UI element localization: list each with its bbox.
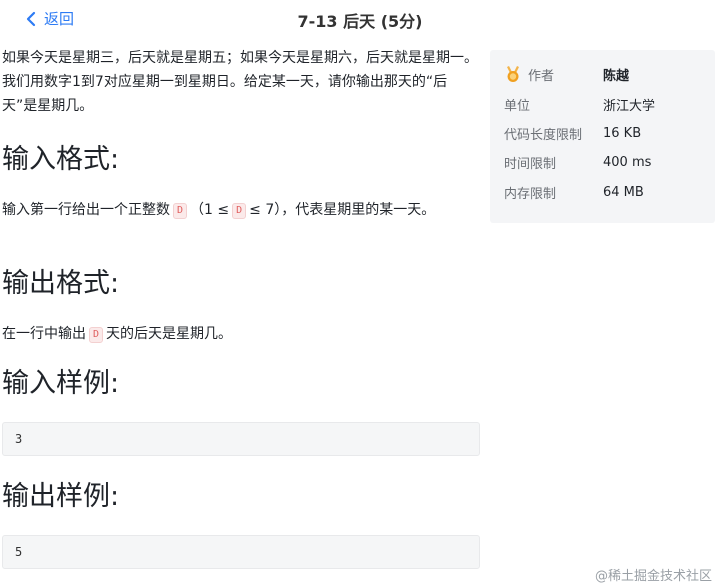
time-limit-value: 400 ms <box>603 154 652 170</box>
memory-limit-label: 内存限制 <box>504 186 557 202</box>
top-bar: 返回 7-13 后天 (5分) <box>0 0 720 38</box>
code-limit-label: 代码长度限制 <box>504 127 583 143</box>
sample-output-heading: 输出样例: <box>2 481 120 512</box>
problem-content: 如果今天是星期三，后天就是星期五；如果今天是星期六，后天就是星期一。我们用数字1… <box>2 46 480 118</box>
watermark: @稀土掘金技术社区 <box>594 569 712 584</box>
variable-d: D <box>232 203 247 219</box>
info-row-memory-limit: 内存限制 64 MB <box>504 181 644 203</box>
sample-input-box[interactable]: 3 <box>2 422 480 456</box>
time-limit-label: 时间限制 <box>504 156 557 172</box>
input-format-text: 输入第一行给出一个正整数 D （1 ≤ D ≤ 7），代表星期里的某一天。 <box>2 202 436 219</box>
output-format-text: 在一行中输出 D 天的后天是星期几。 <box>2 326 233 343</box>
sample-output-box[interactable]: 5 <box>2 535 480 569</box>
author-value[interactable]: 陈越 <box>603 65 629 84</box>
problem-description: 如果今天是星期三，后天就是星期五；如果今天是星期六，后天就是星期一。我们用数字1… <box>2 50 478 114</box>
info-row-time-limit: 时间限制 400 ms <box>504 151 651 173</box>
input-format-heading: 输入格式: <box>2 144 120 175</box>
info-row-author: 作者 陈越 <box>504 63 629 85</box>
problem-info-panel: 作者 陈越 单位 浙江大学 代码长度限制 16 KB 时间限制 400 ms 内… <box>490 50 715 223</box>
info-row-code-limit: 代码长度限制 16 KB <box>504 122 641 144</box>
variable-d: D <box>173 203 188 219</box>
unit-label: 单位 <box>504 98 531 114</box>
code-limit-value: 16 KB <box>603 125 642 141</box>
info-row-unit: 单位 浙江大学 <box>504 93 655 115</box>
medal-icon <box>507 66 519 82</box>
memory-limit-value: 64 MB <box>603 184 644 200</box>
output-format-heading: 输出格式: <box>2 268 120 299</box>
variable-d: D <box>89 327 104 343</box>
page-title: 7-13 后天 (5分) <box>297 12 423 31</box>
author-label: 作者 <box>528 68 555 84</box>
sample-input-heading: 输入样例: <box>2 368 120 399</box>
unit-value: 浙江大学 <box>603 98 656 114</box>
